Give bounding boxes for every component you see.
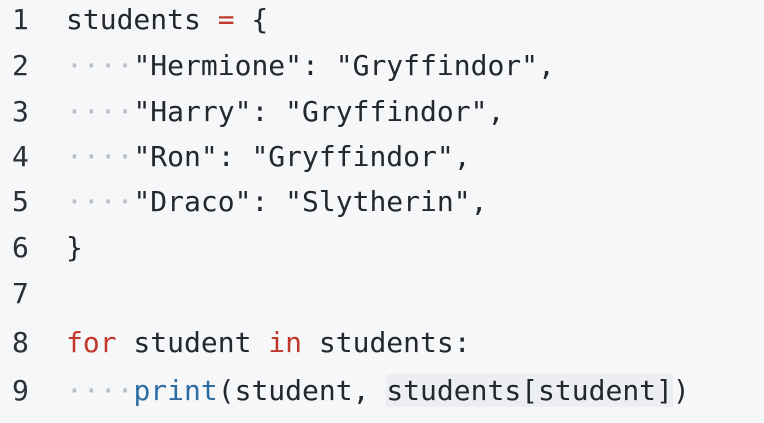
code-line[interactable]: 5 ····"Draco": "Slytherin", (0, 185, 764, 231)
code-line[interactable]: 4 ····"Ron": "Gryffindor", (0, 140, 764, 186)
code-token: = (217, 3, 235, 36)
code-token: { (234, 3, 269, 36)
code-token: "Hermione": "Gryffindor", (133, 49, 555, 82)
code-token: "Harry": "Gryffindor", (133, 95, 505, 128)
code-token: in (268, 326, 303, 359)
code-text[interactable]: ····"Harry": "Gryffindor", (66, 95, 504, 128)
code-token: ) (672, 374, 690, 407)
line-number: 4 (12, 140, 29, 173)
line-number: 1 (12, 3, 29, 36)
line-number: 9 (12, 374, 29, 407)
code-token: "Ron": "Gryffindor", (133, 140, 471, 173)
line-number: 5 (12, 185, 29, 218)
code-token: student (116, 326, 269, 359)
code-line[interactable]: 8 for student in students: (0, 326, 764, 372)
code-text[interactable]: students = { (66, 3, 268, 36)
code-line[interactable]: 3 ····"Harry": "Gryffindor", (0, 95, 764, 141)
code-text[interactable]: for student in students: (66, 326, 471, 359)
code-line[interactable]: 7 (0, 277, 764, 323)
line-number: 3 (12, 95, 29, 128)
code-text[interactable]: ····"Hermione": "Gryffindor", (66, 49, 555, 82)
code-token: students: (302, 326, 471, 359)
line-number: 7 (12, 277, 29, 310)
code-text[interactable]: } (66, 231, 83, 264)
code-line[interactable]: 6} (0, 231, 764, 277)
line-number: 2 (12, 49, 29, 82)
line-number: 8 (12, 326, 29, 359)
code-token: } (66, 231, 83, 264)
code-editor[interactable]: 1 students = {2 ····"Hermione": "Gryffindo… (0, 0, 764, 423)
indent-whitespace-marker: ···· (66, 140, 134, 173)
code-token: students[student] (386, 374, 673, 407)
code-text[interactable]: ····print(student, students[student]) (66, 374, 690, 407)
code-text[interactable]: ····"Draco": "Slytherin", (66, 185, 487, 218)
indent-whitespace-marker: ···· (66, 374, 134, 407)
line-number: 6 (12, 231, 29, 264)
code-token: students (66, 3, 218, 36)
indent-whitespace-marker: ···· (66, 49, 134, 82)
code-line[interactable]: 9 ····print(student, students[student]) (0, 374, 764, 420)
code-token: print (133, 374, 218, 407)
code-token: (student, (217, 374, 387, 407)
code-token: "Draco": "Slytherin", (133, 185, 488, 218)
code-line[interactable]: 2 ····"Hermione": "Gryffindor", (0, 49, 764, 95)
code-text[interactable]: ····"Ron": "Gryffindor", (66, 140, 471, 173)
indent-whitespace-marker: ···· (66, 95, 134, 128)
indent-whitespace-marker: ···· (66, 185, 134, 218)
code-line[interactable]: 1 students = { (0, 3, 764, 49)
code-token: for (66, 326, 117, 359)
